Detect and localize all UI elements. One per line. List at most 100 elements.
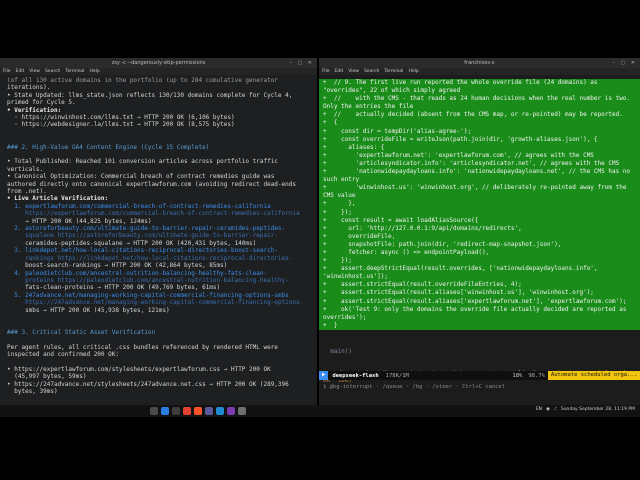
menu-file[interactable]: File bbox=[3, 68, 11, 75]
diff-line: + 'articlesyndicator.info': 'articlesynd… bbox=[323, 159, 620, 167]
diff-line: + 'winwinhost.us': 'winwinhost.org', // … bbox=[323, 184, 631, 200]
status-percent-2: 98.7% bbox=[528, 372, 545, 379]
diff-added-block: + // 9. The first live run reported the … bbox=[319, 79, 640, 330]
status-task: Automate scheduled orga... bbox=[547, 371, 640, 380]
output-line: rankings https://linkdepot.net/how-local… bbox=[7, 254, 293, 262]
output-line: (of all 130 active domains in the portfo… bbox=[7, 77, 278, 84]
right-terminal-window[interactable]: franchises-x – ▢ ✕ File Edit View Search… bbox=[319, 58, 640, 405]
diff-line: + { bbox=[323, 119, 338, 127]
media-icon[interactable] bbox=[227, 407, 235, 415]
left-window-controls[interactable]: – ▢ ✕ bbox=[289, 58, 314, 68]
right-window-title: franchises-x bbox=[464, 60, 495, 66]
right-menubar: File Edit View Search Terminal Help bbox=[319, 68, 640, 75]
menu-file[interactable]: File bbox=[322, 68, 330, 75]
output-line: • State Updated: llms_state.json reflect… bbox=[7, 91, 293, 99]
menu-edit[interactable]: Edit bbox=[16, 68, 25, 75]
diff-line: + }); bbox=[323, 208, 352, 216]
diff-line: + overrideFile, bbox=[323, 232, 396, 240]
output-line: • Verification: bbox=[7, 106, 62, 114]
diff-line: + }, bbox=[323, 200, 356, 208]
terminal-icon[interactable] bbox=[172, 407, 180, 415]
system-tray: EN ◉ ♪ Sunday September 28, 11:19 PM bbox=[536, 407, 635, 412]
diff-line: + ok('Test 9: only the domains the overr… bbox=[323, 305, 631, 321]
output-line: proteins https://paleodietclub.com/ances… bbox=[7, 276, 289, 284]
output-line: 4. paleodietclub.com/ancestral-nutrition… bbox=[7, 269, 268, 277]
left-terminal-window[interactable]: zsy -c --dangerously-skip-permissions – … bbox=[0, 58, 318, 405]
output-line: fats-clean-proteins → HTTP 200 OK (49,76… bbox=[7, 284, 221, 292]
output-line: • https://247advance.net/stylesheets/247… bbox=[7, 380, 289, 388]
diff-line: + const result = await loadAliasSource({ bbox=[323, 216, 479, 224]
menu-edit[interactable]: Edit bbox=[335, 68, 344, 75]
diff-line: + assert.strictEqual(result.aliases['win… bbox=[323, 289, 594, 297]
chrome-icon[interactable] bbox=[183, 407, 191, 415]
diff-line: + } bbox=[323, 321, 338, 329]
diff-line: + 'nationwidepaydayloans.info': 'nationw… bbox=[323, 168, 634, 184]
diff-line: + }); bbox=[323, 257, 352, 265]
diff-line: + snapshotFile: path.join(dir, 'redirect… bbox=[323, 240, 562, 248]
output-line: https://expertlawforum.com/commercial-br… bbox=[7, 210, 300, 218]
right-titlebar[interactable]: franchises-x – ▢ ✕ bbox=[319, 58, 640, 68]
output-line: inspected and confirmed 200 OK: bbox=[7, 350, 119, 358]
menu-search[interactable]: Search bbox=[364, 68, 379, 75]
output-line: authored directly onto canonical expertl… bbox=[7, 180, 296, 188]
left-menubar: File Edit View Search Terminal Help bbox=[0, 68, 317, 75]
input-prompt[interactable]: ❯ @bg-interrupt · /queue · /bg · /steer … bbox=[323, 384, 505, 390]
output-line: smbs → HTTP 200 OK (45,938 bytes, 121ms) bbox=[7, 306, 170, 314]
menu-search[interactable]: Search bbox=[45, 68, 60, 75]
taskbar-apps bbox=[150, 407, 246, 415]
browser-icon[interactable] bbox=[161, 407, 169, 415]
menu-view[interactable]: View bbox=[29, 68, 40, 75]
status-bar: ▶ deepseek-flash 178K/1M 18% 98.7% Autom… bbox=[319, 371, 640, 380]
menu-terminal[interactable]: Terminal bbox=[384, 68, 403, 75]
menu-help[interactable]: Help bbox=[408, 68, 418, 75]
left-window-title: zsy -c --dangerously-skip-permissions bbox=[111, 60, 206, 66]
output-line: bytes, 39ms) bbox=[7, 387, 58, 395]
diff-line: + assert.strictEqual(result.overrideFile… bbox=[323, 281, 522, 289]
diff-line: + fetcher: async () => endpointPayload()… bbox=[323, 248, 490, 256]
diff-line: + 'expertlawforum.net': 'expertlawforum.… bbox=[323, 151, 594, 159]
output-line: 2. astoreforbeauty.com/ultimate-guide-to… bbox=[7, 225, 286, 233]
menu-terminal[interactable]: Terminal bbox=[65, 68, 84, 75]
taskbar: EN ◉ ♪ Sunday September 28, 11:19 PM bbox=[0, 405, 640, 417]
output-line: • https://expertlawforum.com/stylesheets… bbox=[7, 365, 271, 373]
menu-help[interactable]: Help bbox=[89, 68, 99, 75]
output-line: ceramides-peptides-squalane → HTTP 200 O… bbox=[7, 239, 257, 247]
output-line: (45,997 bytes, 59ms) bbox=[7, 373, 87, 381]
status-model-name: deepseek-flash bbox=[332, 372, 379, 379]
wifi-icon[interactable]: ◉ bbox=[546, 407, 550, 412]
status-context-size: 178K/1M bbox=[385, 372, 409, 379]
left-titlebar[interactable]: zsy -c --dangerously-skip-permissions – … bbox=[0, 58, 317, 68]
right-window-controls[interactable]: – ▢ ✕ bbox=[612, 58, 637, 68]
clock[interactable]: Sunday September 28, 11:19 PM bbox=[561, 407, 635, 412]
mail-icon[interactable] bbox=[205, 407, 213, 415]
output-line: • Live Article Verification: bbox=[7, 195, 109, 203]
output-line: boost-search-rankings → HTTP 200 OK (42,… bbox=[7, 262, 228, 270]
status-mode: ▶ bbox=[319, 371, 329, 380]
section-heading: ### 3. Critical Static Asset Verificatio… bbox=[7, 328, 156, 336]
editor-icon[interactable] bbox=[216, 407, 224, 415]
output-line: → HTTP 200 OK (44,825 bytes, 124ms) bbox=[7, 217, 152, 225]
cmd-line-main: main() bbox=[323, 348, 352, 356]
output-line: primed for Cycle 5. bbox=[7, 99, 76, 107]
left-terminal-output[interactable]: (of all 130 active domains in the portfo… bbox=[0, 75, 317, 395]
diff-line: + assert.strictEqual(result.aliases['exp… bbox=[323, 297, 627, 305]
section-heading: ### 2. High-Value GA4 Content Engine (Cy… bbox=[7, 143, 210, 151]
brave-icon[interactable] bbox=[194, 407, 202, 415]
volume-icon[interactable]: ♪ bbox=[554, 407, 557, 412]
status-percent: 18% bbox=[512, 372, 523, 379]
diff-line: + aliases: { bbox=[323, 143, 385, 151]
diff-line: + // with the CMS - that reads as 24 hum… bbox=[323, 95, 634, 111]
output-line: verticals. bbox=[7, 165, 44, 173]
lang-indicator[interactable]: EN bbox=[536, 407, 542, 412]
output-line: https://247advance.net/managing-working-… bbox=[7, 299, 304, 307]
menu-view[interactable]: View bbox=[348, 68, 359, 75]
settings-icon[interactable] bbox=[238, 407, 246, 415]
files-icon[interactable] bbox=[150, 407, 158, 415]
output-line: • Total Published: Reached 101 conversio… bbox=[7, 158, 278, 166]
